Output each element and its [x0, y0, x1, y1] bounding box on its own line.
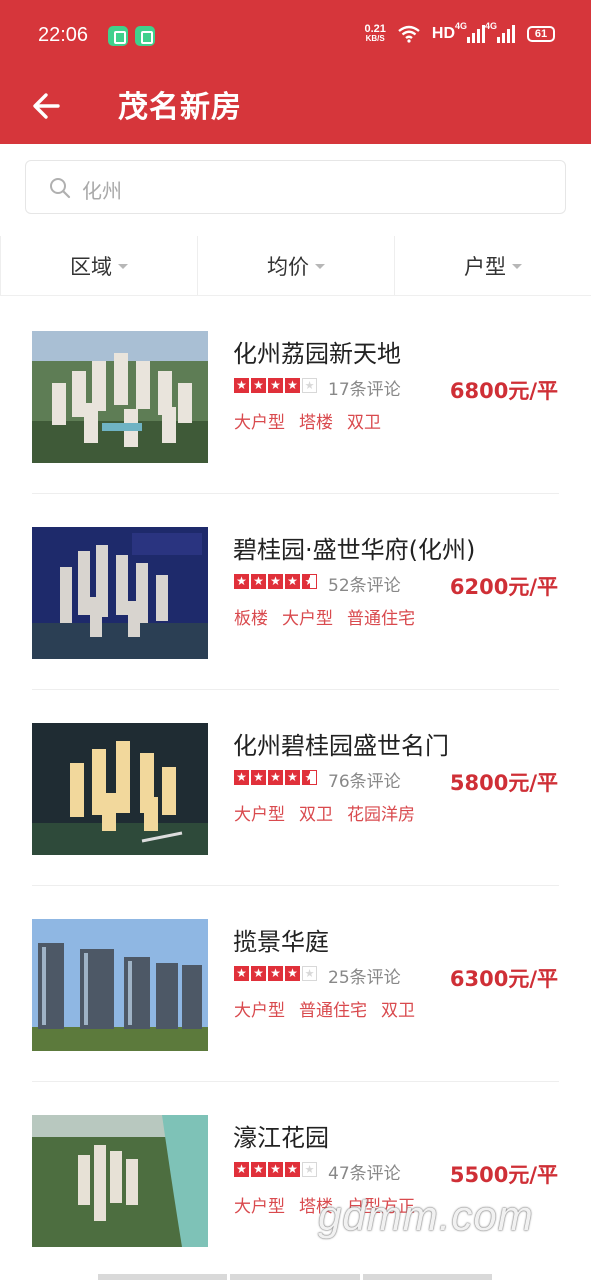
- star-half-icon: ★: [302, 574, 317, 589]
- review-count: 17条评论: [328, 380, 401, 400]
- star-icon: ★: [251, 966, 266, 981]
- page-title: 茂名新房: [118, 90, 242, 125]
- listing-item[interactable]: 濠江花园 ★ ★ ★ ★ ★ 47条评论 5500元/平 大户型 塔楼 户型方正: [0, 1082, 591, 1278]
- star-icon: ★: [234, 770, 249, 785]
- listing-name: 化州荔园新天地: [233, 340, 401, 368]
- listing-item[interactable]: 揽景华庭 ★ ★ ★ ★ ★ 25条评论 6300元/平 大户型 普通住宅 双卫: [0, 886, 591, 1082]
- filter-bar: 区域 均价 户型: [0, 236, 591, 296]
- listing-tags: 板楼 大户型 普通住宅: [234, 604, 415, 629]
- hd-indicator: HD: [431, 25, 455, 42]
- caret-down-icon: [118, 264, 128, 269]
- signal-icon: 4G: [485, 21, 515, 43]
- filter-layout[interactable]: 户型: [394, 236, 591, 295]
- review-count: 52条评论: [328, 576, 401, 596]
- rating-stars: ★ ★ ★ ★ ★: [234, 378, 317, 393]
- tag: 大户型: [234, 805, 285, 825]
- listing-price: 5800元/平: [449, 771, 558, 795]
- caret-down-icon: [315, 264, 325, 269]
- tag: 花园洋房: [347, 805, 415, 825]
- watermark: gdmm.com: [318, 1192, 534, 1239]
- star-icon: ★: [268, 966, 283, 981]
- notification-app-icon: [108, 26, 128, 46]
- listing-image: [32, 331, 208, 463]
- listing-item[interactable]: 化州碧桂园盛世名门 ★ ★ ★ ★ ★ 76条评论 5800元/平 大户型 双卫 花园洋…: [0, 690, 591, 886]
- status-indicators: 0.21 KB/S HD 4G 4G 61: [364, 21, 555, 44]
- search-placeholder: 化州: [82, 179, 122, 203]
- back-arrow-icon[interactable]: [28, 86, 68, 126]
- star-icon: ★: [285, 1162, 300, 1177]
- rating-stars: ★ ★ ★ ★ ★: [234, 966, 317, 981]
- listing-tags: 大户型 塔楼 双卫: [234, 408, 381, 433]
- listing-image: [32, 723, 208, 855]
- search-icon: [50, 178, 71, 199]
- star-icon: ★: [268, 574, 283, 589]
- listing-image: [32, 527, 208, 659]
- listing-item[interactable]: 碧桂园·盛世华府(化州) ★ ★ ★ ★ ★ 52条评论 6200元/平 板楼 大户型 …: [0, 494, 591, 690]
- listing-name: 碧桂园·盛世华府(化州): [233, 536, 476, 564]
- listing-name: 濠江花园: [233, 1124, 329, 1152]
- star-empty-icon: ★: [302, 1162, 317, 1177]
- listing-tags: 大户型 普通住宅 双卫: [234, 996, 415, 1021]
- status-time: 22:06: [38, 24, 89, 46]
- signal-icon: 4G: [455, 21, 485, 43]
- star-icon: ★: [234, 966, 249, 981]
- listing-image: [32, 1115, 208, 1247]
- review-count: 76条评论: [328, 772, 401, 792]
- listing-tags: 大户型 双卫 花园洋房: [234, 800, 415, 825]
- tag: 大户型: [234, 413, 285, 433]
- tag: 板楼: [234, 609, 268, 629]
- filter-region[interactable]: 区域: [0, 236, 197, 295]
- star-icon: ★: [251, 378, 266, 393]
- rating-stars: ★ ★ ★ ★ ★: [234, 574, 317, 589]
- star-icon: ★: [234, 1162, 249, 1177]
- star-icon: ★: [268, 770, 283, 785]
- battery-icon: 61: [527, 26, 555, 42]
- star-icon: ★: [285, 378, 300, 393]
- notification-app-icon: [135, 26, 155, 46]
- tag: 双卫: [381, 1001, 415, 1021]
- listing-list: 化州荔园新天地 ★ ★ ★ ★ ★ 17条评论 6800元/平 大户型 塔楼 双卫 碧桂…: [0, 298, 591, 1278]
- tag: 普通住宅: [347, 609, 415, 629]
- star-icon: ★: [268, 378, 283, 393]
- wifi-icon: [398, 25, 420, 43]
- tag: 大户型: [282, 609, 333, 629]
- star-half-icon: ★: [302, 770, 317, 785]
- listing-price: 6300元/平: [449, 967, 558, 991]
- listing-name: 化州碧桂园盛世名门: [233, 732, 449, 760]
- star-icon: ★: [285, 966, 300, 981]
- review-count: 25条评论: [328, 968, 401, 988]
- listing-price: 6200元/平: [449, 575, 558, 599]
- star-icon: ★: [285, 770, 300, 785]
- caret-down-icon: [512, 264, 522, 269]
- star-icon: ★: [268, 1162, 283, 1177]
- tag: 大户型: [234, 1001, 285, 1021]
- listing-image: [32, 919, 208, 1051]
- star-icon: ★: [251, 1162, 266, 1177]
- tag: 大户型: [234, 1197, 285, 1217]
- star-icon: ★: [234, 378, 249, 393]
- search-input[interactable]: 化州: [25, 160, 566, 214]
- star-icon: ★: [251, 770, 266, 785]
- star-icon: ★: [251, 574, 266, 589]
- star-icon: ★: [234, 574, 249, 589]
- app-bar: 茂名新房: [0, 72, 591, 144]
- listing-price: 6800元/平: [449, 379, 558, 403]
- star-empty-icon: ★: [302, 966, 317, 981]
- network-speed: 0.21 KB/S: [364, 23, 386, 44]
- tag: 双卫: [347, 413, 381, 433]
- tag: 塔楼: [299, 413, 333, 433]
- star-icon: ★: [285, 574, 300, 589]
- rating-stars: ★ ★ ★ ★ ★: [234, 770, 317, 785]
- rating-stars: ★ ★ ★ ★ ★: [234, 1162, 317, 1177]
- filter-price[interactable]: 均价: [197, 236, 394, 295]
- status-bar: 22:06 0.21 KB/S HD 4G 4G 61: [0, 0, 591, 72]
- tag: 双卫: [299, 805, 333, 825]
- listing-price: 5500元/平: [449, 1163, 558, 1187]
- review-count: 47条评论: [328, 1164, 401, 1184]
- listing-item[interactable]: 化州荔园新天地 ★ ★ ★ ★ ★ 17条评论 6800元/平 大户型 塔楼 双卫: [0, 298, 591, 494]
- bottom-scroll-hint: [98, 1274, 492, 1280]
- star-empty-icon: ★: [302, 378, 317, 393]
- tag: 普通住宅: [299, 1001, 367, 1021]
- listing-name: 揽景华庭: [233, 928, 329, 956]
